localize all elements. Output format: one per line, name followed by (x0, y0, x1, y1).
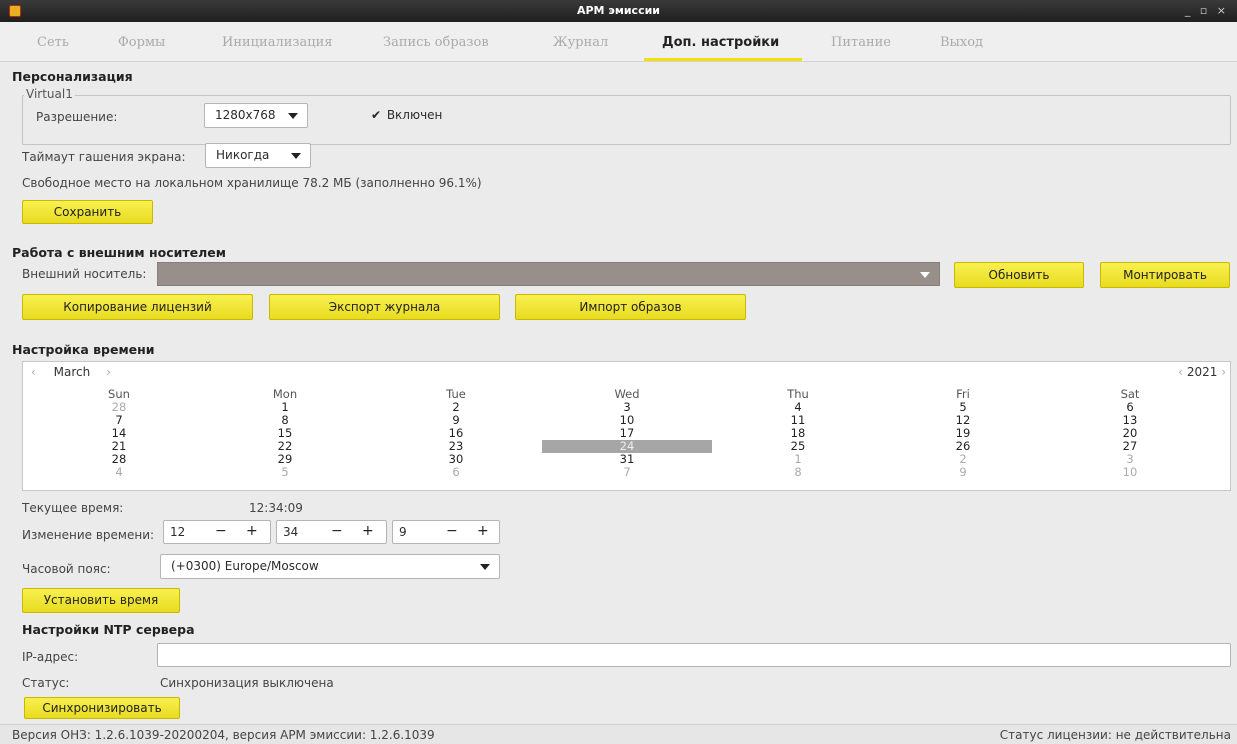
minutes-spinbox[interactable]: 34 − + (276, 520, 387, 544)
calendar-day[interactable]: 6 (416, 466, 496, 479)
personalization-heading: Персонализация (12, 69, 133, 84)
calendar-day[interactable]: 5 (245, 466, 325, 479)
calendar-column: Tue 2 9 16 23 30 6 (416, 388, 496, 479)
calendar-day[interactable]: 9 (923, 466, 1003, 479)
tab-journal[interactable]: Журнал (553, 35, 608, 50)
import-images-button[interactable]: Импорт образов (515, 294, 746, 320)
hours-spinbox[interactable]: 12 − + (163, 520, 271, 544)
hours-decrement-button[interactable]: − (215, 523, 227, 539)
checkmark-icon: ✔ (371, 108, 382, 122)
window-title: АРМ эмиссии (576, 4, 661, 17)
hours-value: 12 (170, 525, 186, 539)
resolution-label: Разрешение: (36, 110, 118, 124)
virtual1-group-title: Virtual1 (24, 87, 75, 101)
tab-network[interactable]: Сеть (37, 35, 69, 50)
calendar-day[interactable]: 10 (1090, 466, 1170, 479)
storage-info: Свободное место на локальном хранилище 7… (22, 176, 482, 190)
calendar-day[interactable]: 4 (79, 466, 159, 479)
next-month-icon[interactable]: › (106, 365, 111, 379)
tab-bar: Сеть Формы Инициализация Запись образов … (0, 22, 1237, 62)
ip-address-input[interactable] (157, 643, 1231, 667)
time-settings-heading: Настройка времени (12, 342, 155, 357)
copy-licenses-button[interactable]: Копирование лицензий (22, 294, 253, 320)
year-nav: ‹ 2021 › (1178, 365, 1226, 379)
calendar-column: Sat 6 13 20 27 3 10 (1090, 388, 1170, 479)
status-bar: Версия ОНЗ: 1.2.6.1039-20200204, версия … (0, 724, 1237, 744)
hours-increment-button[interactable]: + (246, 523, 258, 539)
tab-exit[interactable]: Выход (940, 35, 983, 50)
resolution-value: 1280x768 (215, 108, 276, 122)
prev-month-icon[interactable]: ‹ (31, 365, 36, 379)
timeout-value: Никогда (216, 148, 270, 162)
calendar-day[interactable]: 8 (758, 466, 838, 479)
active-tab-indicator (644, 58, 802, 61)
current-time-value: 12:34:09 (249, 501, 303, 515)
timezone-select[interactable]: (+0300) Europe/Moscow (160, 554, 500, 579)
calendar: ‹ March › ‹ 2021 › Sun 28 7 14 21 28 4 Mon 1 8 15 2… (22, 361, 1231, 491)
resolution-select[interactable]: 1280x768 (204, 103, 308, 128)
seconds-increment-button[interactable]: + (477, 523, 489, 539)
calendar-column: Mon 1 8 15 22 29 5 (245, 388, 325, 479)
mount-button[interactable]: Монтировать (1100, 262, 1230, 288)
change-time-label: Изменение времени: (22, 528, 155, 542)
timeout-label: Таймаут гашения экрана: (22, 150, 186, 164)
calendar-day[interactable]: 7 (587, 466, 667, 479)
calendar-column: Wed 3 10 17 24 31 7 (542, 388, 712, 479)
calendar-year[interactable]: 2021 (1187, 365, 1218, 379)
version-info: Версия ОНЗ: 1.2.6.1039-20200204, версия … (12, 728, 435, 742)
external-media-select[interactable] (157, 262, 940, 286)
prev-year-icon[interactable]: ‹ (1178, 365, 1183, 379)
chevron-down-icon (291, 153, 301, 159)
license-status: Статус лицензии: не действительна (999, 728, 1231, 742)
window-controls[interactable]: _ ▫ × (1185, 4, 1229, 17)
synchronize-button[interactable]: Синхронизировать (24, 697, 180, 719)
calendar-month[interactable]: March (54, 365, 91, 379)
minutes-decrement-button[interactable]: − (331, 523, 343, 539)
timeout-select[interactable]: Никогда (205, 143, 311, 168)
external-media-label: Внешний носитель: (22, 267, 147, 281)
ntp-status-label: Статус: (22, 676, 70, 690)
enabled-label: Включен (386, 108, 443, 122)
window-titlebar: АРМ эмиссии _ ▫ × (0, 0, 1237, 22)
seconds-decrement-button[interactable]: − (446, 523, 458, 539)
tab-extra-settings[interactable]: Доп. настройки (662, 35, 779, 50)
chevron-down-icon (480, 564, 490, 570)
next-year-icon[interactable]: › (1221, 365, 1226, 379)
calendar-column: Fri 5 12 19 26 2 9 (923, 388, 1003, 479)
chevron-down-icon (288, 113, 298, 119)
seconds-value: 9 (399, 525, 407, 539)
tab-initialization[interactable]: Инициализация (222, 35, 332, 50)
ip-label: IP-адрес: (22, 650, 79, 664)
calendar-column: Thu 4 11 18 25 1 8 (758, 388, 838, 479)
export-log-button[interactable]: Экспорт журнала (269, 294, 500, 320)
tab-power[interactable]: Питание (831, 35, 891, 50)
timezone-label: Часовой пояс: (22, 562, 111, 576)
refresh-button[interactable]: Обновить (954, 262, 1084, 288)
minutes-value: 34 (283, 525, 299, 539)
enabled-checkbox[interactable]: ✔ Включен (371, 108, 442, 122)
ntp-status-value: Синхронизация выключена (160, 676, 334, 690)
current-time-label: Текущее время: (22, 501, 124, 515)
set-time-button[interactable]: Установить время (22, 588, 180, 613)
save-button[interactable]: Сохранить (22, 200, 153, 224)
timezone-value: (+0300) Europe/Moscow (171, 559, 319, 573)
external-media-heading: Работа с внешним носителем (12, 245, 226, 260)
chevron-down-icon (920, 272, 930, 278)
seconds-spinbox[interactable]: 9 − + (392, 520, 500, 544)
month-nav: ‹ March › (31, 365, 111, 379)
tab-forms[interactable]: Формы (118, 35, 165, 50)
ntp-heading: Настройки NTP сервера (22, 622, 195, 637)
minutes-increment-button[interactable]: + (362, 523, 374, 539)
tab-image-recording[interactable]: Запись образов (383, 35, 489, 50)
calendar-column: Sun 28 7 14 21 28 4 (79, 388, 159, 479)
